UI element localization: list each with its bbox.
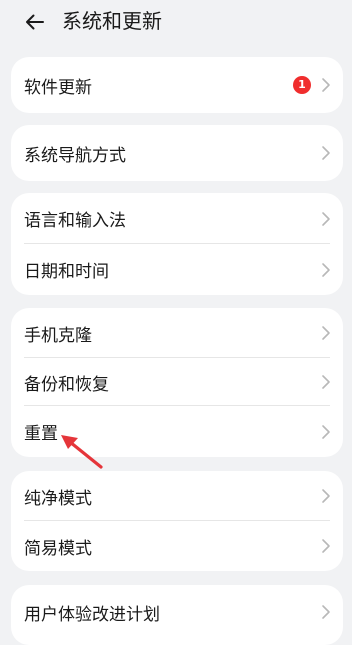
settings-item-label: 备份和恢复 <box>24 374 109 395</box>
chevron-right-icon <box>321 211 331 227</box>
update-count-badge: 1 <box>293 76 311 94</box>
settings-item-software-update[interactable]: 软件更新 1 <box>11 57 343 113</box>
settings-item-label: 语言和输入法 <box>24 211 126 231</box>
page-title: 系统和更新 <box>62 9 162 33</box>
settings-item-simple-mode[interactable]: 简易模式 <box>11 521 343 571</box>
settings-item-user-experience[interactable]: 用户体验改进计划 <box>11 585 343 639</box>
chevron-right-icon <box>321 77 331 93</box>
settings-item-label: 简易模式 <box>24 538 92 559</box>
settings-item-label: 手机克隆 <box>24 325 92 346</box>
software-update-card: 软件更新 1 <box>11 57 343 113</box>
settings-item-reset[interactable]: 重置 <box>11 406 343 457</box>
chevron-right-icon <box>321 325 331 341</box>
navigation-card: 系统导航方式 <box>11 125 343 181</box>
settings-item-phone-clone[interactable]: 手机克隆 <box>11 308 343 358</box>
clone-backup-reset-card: 手机克隆 备份和恢复 重置 <box>11 308 343 457</box>
back-button[interactable] <box>22 9 48 35</box>
chevron-right-icon <box>321 604 331 620</box>
user-experience-card: 用户体验改进计划 <box>11 585 343 645</box>
settings-item-label: 日期和时间 <box>24 262 109 282</box>
top-app-bar: 系统和更新 <box>0 0 352 44</box>
chevron-right-icon <box>321 145 331 161</box>
settings-item-label: 系统导航方式 <box>24 145 126 166</box>
chevron-right-icon <box>321 374 331 390</box>
language-datetime-card: 语言和输入法 日期和时间 <box>11 193 343 295</box>
settings-item-label: 纯净模式 <box>24 488 92 509</box>
chevron-right-icon <box>321 538 331 554</box>
chevron-right-icon <box>321 424 331 440</box>
settings-item-language-input[interactable]: 语言和输入法 <box>11 193 343 244</box>
settings-item-label: 重置 <box>24 424 58 444</box>
settings-item-pure-mode[interactable]: 纯净模式 <box>11 471 343 521</box>
chevron-right-icon <box>321 488 331 504</box>
settings-item-label: 软件更新 <box>24 77 92 98</box>
arrow-left-icon <box>26 14 44 30</box>
settings-item-date-time[interactable]: 日期和时间 <box>11 244 343 295</box>
chevron-right-icon <box>321 262 331 278</box>
settings-item-label: 用户体验改进计划 <box>24 604 160 625</box>
settings-item-backup-restore[interactable]: 备份和恢复 <box>11 358 343 406</box>
modes-card: 纯净模式 简易模式 <box>11 471 343 571</box>
settings-item-system-navigation[interactable]: 系统导航方式 <box>11 125 343 181</box>
